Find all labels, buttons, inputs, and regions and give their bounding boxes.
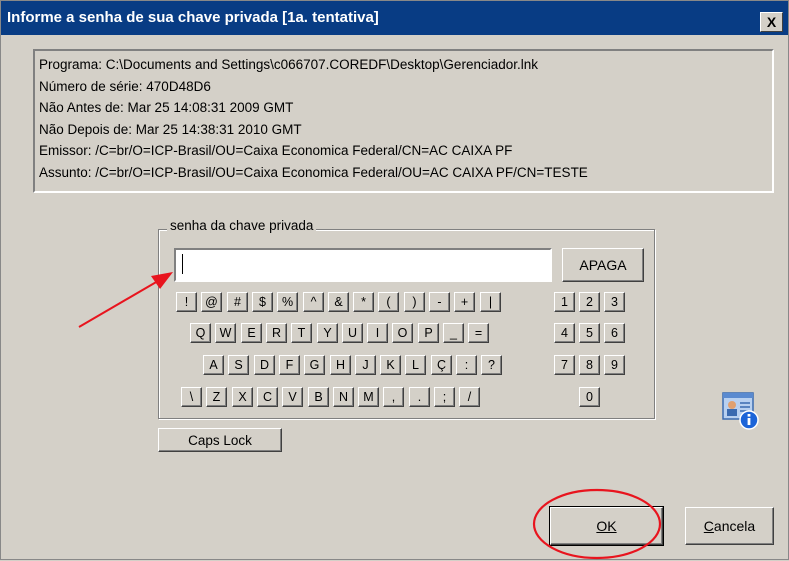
key-row4-10[interactable]: ; <box>434 387 455 407</box>
key-digit-4[interactable]: 4 <box>554 323 575 343</box>
key-row1-9[interactable]: ) <box>404 292 425 312</box>
key-digit-5[interactable]: 5 <box>579 323 600 343</box>
ok-button[interactable]: OK <box>549 506 664 546</box>
key-row2-1[interactable]: W <box>215 323 236 343</box>
key-row2-3[interactable]: R <box>266 323 287 343</box>
cancel-label-rest: ancela <box>713 518 756 534</box>
key-row1-7[interactable]: * <box>353 292 374 312</box>
key-row3-0[interactable]: A <box>203 355 224 375</box>
key-row4-3[interactable]: C <box>257 387 278 407</box>
key-row2-4[interactable]: T <box>291 323 312 343</box>
key-row3-7[interactable]: K <box>380 355 401 375</box>
key-row3-4[interactable]: G <box>304 355 325 375</box>
key-digit-0[interactable]: 0 <box>579 387 600 407</box>
password-input[interactable] <box>174 248 552 282</box>
key-row2-11[interactable]: = <box>468 323 489 343</box>
close-button[interactable]: X <box>760 12 783 32</box>
info-line-not-after: Não Depois de: Mar 25 14:38:31 2010 GMT <box>39 121 302 137</box>
text-caret <box>182 254 183 274</box>
key-row1-12[interactable]: | <box>480 292 501 312</box>
key-row4-9[interactable]: . <box>409 387 430 407</box>
key-digit-8[interactable]: 8 <box>579 355 600 375</box>
key-row2-10[interactable]: _ <box>443 323 464 343</box>
certificate-card-icon <box>721 389 761 431</box>
title-bar[interactable]: Informe a senha de sua chave privada [1a… <box>1 1 788 35</box>
info-line-subject: Assunto: /C=br/O=ICP-Brasil/OU=Caixa Eco… <box>39 164 588 180</box>
key-row1-6[interactable]: & <box>328 292 349 312</box>
cancel-button[interactable]: Cancela <box>685 507 774 545</box>
key-digit-3[interactable]: 3 <box>604 292 625 312</box>
key-row1-2[interactable]: # <box>227 292 248 312</box>
key-row3-11[interactable]: ? <box>481 355 502 375</box>
key-row3-3[interactable]: F <box>279 355 300 375</box>
info-line-not-before: Não Antes de: Mar 25 14:08:31 2009 GMT <box>39 100 294 116</box>
key-row2-7[interactable]: I <box>367 323 388 343</box>
key-row1-5[interactable]: ^ <box>303 292 324 312</box>
key-digit-9[interactable]: 9 <box>604 355 625 375</box>
key-row3-1[interactable]: S <box>228 355 249 375</box>
key-row2-2[interactable]: E <box>241 323 262 343</box>
key-row3-10[interactable]: : <box>456 355 477 375</box>
key-row4-7[interactable]: M <box>358 387 379 407</box>
key-row3-8[interactable]: L <box>405 355 426 375</box>
key-digit-7[interactable]: 7 <box>554 355 575 375</box>
key-row4-6[interactable]: N <box>333 387 354 407</box>
info-line-issuer: Emissor: /C=br/O=ICP-Brasil/OU=Caixa Eco… <box>39 143 513 159</box>
key-row1-3[interactable]: $ <box>252 292 273 312</box>
info-line-serial: Número de série: 470D48D6 <box>39 78 211 94</box>
clear-button[interactable]: APAGA <box>562 248 644 282</box>
key-row2-8[interactable]: O <box>392 323 413 343</box>
key-row2-9[interactable]: P <box>418 323 439 343</box>
key-row1-4[interactable]: % <box>277 292 298 312</box>
dialog-title: Informe a senha de sua chave privada [1a… <box>7 9 379 26</box>
key-row3-5[interactable]: H <box>330 355 351 375</box>
key-row4-0[interactable]: \ <box>181 387 202 407</box>
dialog-window: Informe a senha de sua chave privada [1a… <box>0 0 789 560</box>
key-row2-0[interactable]: Q <box>190 323 211 343</box>
key-row1-8[interactable]: ( <box>378 292 399 312</box>
key-row1-1[interactable]: @ <box>201 292 222 312</box>
key-row2-6[interactable]: U <box>342 323 363 343</box>
info-line-program: Programa: C:\Documents and Settings\c066… <box>39 57 538 72</box>
key-row3-2[interactable]: D <box>254 355 275 375</box>
key-row3-6[interactable]: J <box>355 355 376 375</box>
key-digit-1[interactable]: 1 <box>554 292 575 312</box>
key-row4-2[interactable]: X <box>232 387 253 407</box>
key-row4-1[interactable]: Z <box>206 387 227 407</box>
key-row4-8[interactable]: , <box>383 387 404 407</box>
key-row1-0[interactable]: ! <box>176 292 197 312</box>
key-row4-5[interactable]: B <box>308 387 329 407</box>
certificate-info-box: Programa: C:\Documents and Settings\c066… <box>33 49 774 193</box>
annotation-arrow <box>78 280 159 328</box>
key-digit-2[interactable]: 2 <box>579 292 600 312</box>
key-row1-11[interactable]: + <box>454 292 475 312</box>
key-row1-10[interactable]: - <box>429 292 450 312</box>
password-group-label: senha da chave privada <box>167 218 317 233</box>
key-row4-11[interactable]: / <box>459 387 480 407</box>
cancel-label-mnemonic: C <box>703 518 714 534</box>
key-row2-5[interactable]: Y <box>317 323 338 343</box>
caps-lock-button[interactable]: Caps Lock <box>158 428 282 452</box>
key-row3-9[interactable]: Ç <box>431 355 452 375</box>
key-digit-6[interactable]: 6 <box>604 323 625 343</box>
key-row4-4[interactable]: V <box>282 387 303 407</box>
